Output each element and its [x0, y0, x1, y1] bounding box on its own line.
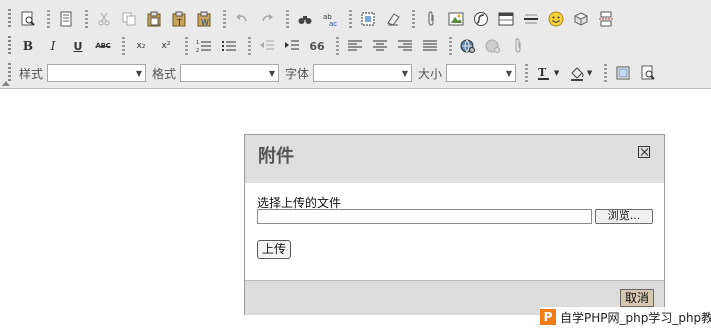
indent-icon[interactable]	[281, 35, 303, 57]
size-combo[interactable]: ▼	[446, 64, 517, 82]
toolbar-separator	[525, 64, 529, 82]
paste-word-icon[interactable]: W	[193, 8, 215, 30]
editor-toolbar: T W ab ac B I U ABC x₂ x² 12 66 样式 ▼ 格式 …	[0, 0, 711, 89]
format-label: 格式	[152, 66, 177, 81]
toolbar-separator	[604, 64, 608, 82]
italic-button[interactable]: I	[42, 35, 64, 57]
watermark-logo-icon: P	[540, 309, 556, 325]
show-blocks-icon[interactable]	[637, 62, 659, 84]
chevron-down-icon[interactable]: ▼	[136, 69, 145, 78]
numbered-list-icon[interactable]: 12	[193, 35, 215, 57]
size-label: 大小	[418, 66, 443, 81]
page-break-icon[interactable]	[595, 8, 617, 30]
undo-icon[interactable]	[231, 8, 253, 30]
toolbar-separator	[223, 10, 226, 28]
underline-button[interactable]: U	[67, 35, 89, 57]
watermark-text: 自学PHP网_php学习_php教	[560, 310, 711, 325]
bold-button[interactable]: B	[17, 35, 39, 57]
font-label: 字体	[285, 66, 310, 81]
align-justify-icon[interactable]	[419, 35, 441, 57]
cut-icon[interactable]	[93, 8, 115, 30]
toolbar-separator	[185, 37, 188, 55]
unlink-icon[interactable]	[482, 35, 504, 57]
close-icon[interactable]	[638, 146, 650, 158]
special-char-icon[interactable]	[570, 8, 592, 30]
format-combo[interactable]: ▼	[180, 64, 280, 82]
text-color-button[interactable]: T ▼	[533, 62, 563, 84]
smiley-icon[interactable]	[545, 8, 567, 30]
dialog-header[interactable]: 附件	[245, 135, 664, 183]
superscript-button[interactable]: x²	[155, 35, 177, 57]
horizontal-rule-icon[interactable]	[520, 8, 542, 30]
toolbar-handle[interactable]	[8, 63, 11, 83]
anchor-icon[interactable]	[507, 35, 529, 57]
chevron-down-icon[interactable]: ▼	[554, 69, 559, 77]
toolbar-handle[interactable]	[8, 9, 11, 29]
upload-button[interactable]: 上传	[257, 240, 291, 259]
toolbar-separator	[85, 10, 88, 28]
replace-icon[interactable]: ab ac	[319, 8, 341, 30]
toolbar-separator	[349, 10, 352, 28]
attachment-icon[interactable]	[420, 8, 442, 30]
svg-text:1: 1	[196, 40, 199, 46]
align-center-icon[interactable]	[369, 35, 391, 57]
dialog-title: 附件	[258, 146, 294, 167]
svg-text:ac: ac	[329, 20, 337, 27]
attachment-dialog: 附件 选择上传的文件 浏览... 上传 取消	[244, 134, 665, 315]
svg-text:2: 2	[196, 48, 199, 54]
copy-icon[interactable]	[118, 8, 140, 30]
remove-format-icon[interactable]	[382, 8, 404, 30]
chevron-down-icon[interactable]: ▼	[402, 69, 411, 78]
select-all-icon[interactable]	[357, 8, 379, 30]
file-path-input[interactable]	[257, 209, 592, 224]
browse-button[interactable]: 浏览...	[595, 209, 653, 224]
preview-icon[interactable]	[17, 8, 39, 30]
link-icon[interactable]	[457, 35, 479, 57]
subscript-button[interactable]: x₂	[130, 35, 152, 57]
chevron-down-icon[interactable]: ▼	[587, 69, 592, 77]
align-right-icon[interactable]	[394, 35, 416, 57]
toolbar-separator	[248, 37, 251, 55]
table-icon[interactable]	[495, 8, 517, 30]
toolbar-handle[interactable]	[8, 36, 11, 56]
svg-text:W: W	[201, 18, 209, 27]
toolbar-separator	[449, 37, 452, 55]
chevron-down-icon[interactable]: ▼	[506, 69, 515, 78]
blockquote-button[interactable]: 66	[306, 35, 328, 57]
font-combo[interactable]: ▼	[313, 64, 413, 82]
toolbar-separator	[47, 10, 50, 28]
toolbar-row-1: T W ab ac	[8, 6, 620, 32]
align-left-icon[interactable]	[344, 35, 366, 57]
redo-icon[interactable]	[256, 8, 278, 30]
outdent-icon[interactable]	[256, 35, 278, 57]
paste-text-icon[interactable]: T	[168, 8, 190, 30]
image-icon[interactable]	[445, 8, 467, 30]
flash-icon[interactable]	[470, 8, 492, 30]
toolbar-separator	[122, 37, 125, 55]
watermark: P 自学PHP网_php学习_php教	[540, 307, 711, 327]
background-color-button[interactable]: ▼	[566, 62, 596, 84]
toolbar-row-2: B I U ABC x₂ x² 12 66	[8, 33, 532, 59]
toolbar-separator	[412, 10, 415, 28]
style-combo[interactable]: ▼	[47, 64, 147, 82]
maximize-icon[interactable]	[612, 62, 634, 84]
cancel-button[interactable]: 取消	[620, 289, 654, 307]
paste-icon[interactable]	[143, 8, 165, 30]
toolbar-separator	[286, 10, 289, 28]
find-icon[interactable]	[294, 8, 316, 30]
strikethrough-button[interactable]: ABC	[92, 35, 114, 57]
toolbar-separator	[336, 37, 339, 55]
svg-text:T: T	[176, 18, 182, 27]
bulleted-list-icon[interactable]	[218, 35, 240, 57]
svg-text:T: T	[538, 66, 547, 79]
chevron-down-icon[interactable]: ▼	[269, 69, 278, 78]
toolbar-row-3: 样式 ▼ 格式 ▼ 字体 ▼ 大小 ▼ T ▼ ▼	[8, 60, 662, 86]
toolbar-collapse-icon[interactable]	[2, 81, 10, 86]
templates-icon[interactable]	[55, 8, 77, 30]
style-label: 样式	[19, 66, 44, 81]
